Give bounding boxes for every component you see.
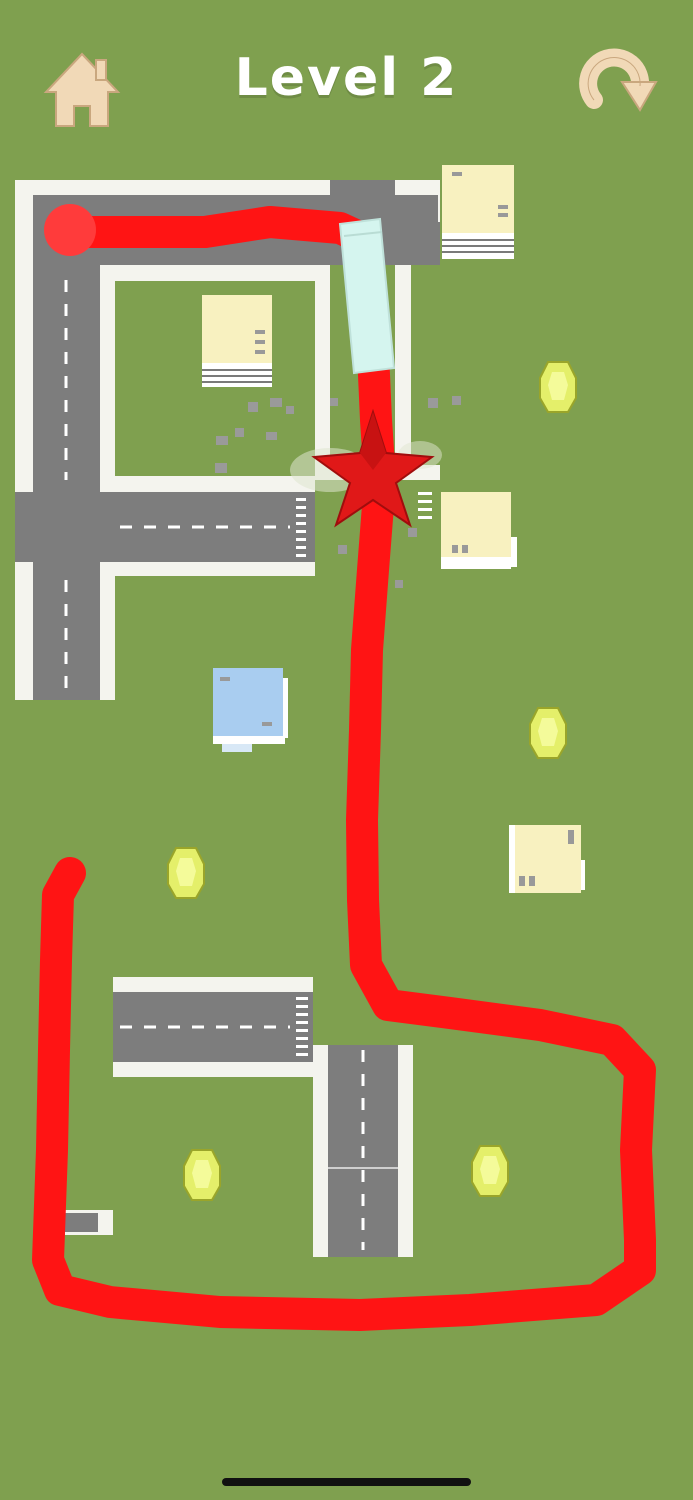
bottom-road-network xyxy=(65,977,413,1257)
curb-right xyxy=(395,265,411,455)
building-top-right xyxy=(442,165,514,259)
gem-icon[interactable] xyxy=(529,707,567,759)
gem-icon[interactable] xyxy=(539,361,577,413)
road-bottom-left xyxy=(113,992,313,1062)
building-lower-right xyxy=(509,825,585,893)
curb-lower xyxy=(100,562,315,576)
restart-button[interactable] xyxy=(572,46,658,126)
road-corner xyxy=(33,195,53,215)
building-mid-right xyxy=(441,492,517,569)
gem-icon[interactable] xyxy=(167,847,205,899)
curb-left-bottom xyxy=(15,600,33,700)
road-left xyxy=(33,195,100,700)
path-start-point xyxy=(44,204,96,256)
grass-strip-right xyxy=(410,265,440,465)
road-top-right xyxy=(395,222,440,265)
building-blue xyxy=(213,668,288,752)
road-stub xyxy=(65,1213,98,1232)
gem-icon[interactable] xyxy=(183,1149,221,1201)
curb-right-bottom xyxy=(100,575,115,700)
home-indicator-bar[interactable] xyxy=(222,1478,471,1486)
city-map[interactable] xyxy=(0,0,693,1500)
game-stage[interactable]: Level 2 xyxy=(0,0,693,1500)
restart-icon xyxy=(579,48,658,112)
gem-icon[interactable] xyxy=(471,1145,509,1197)
building-park xyxy=(202,295,272,387)
curb-inner-top xyxy=(102,265,330,281)
